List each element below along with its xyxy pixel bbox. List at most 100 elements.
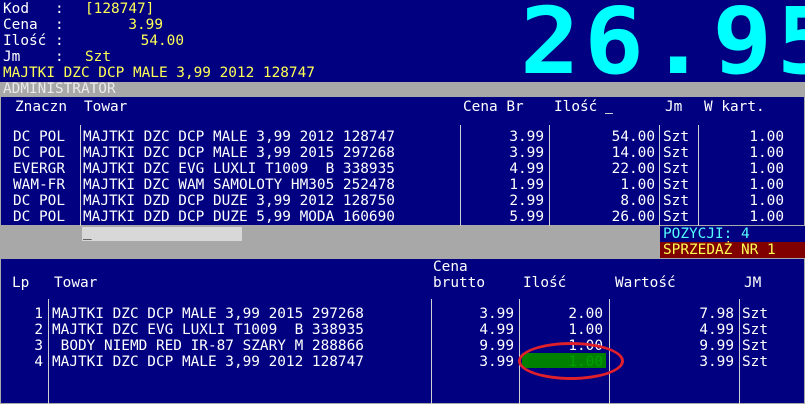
col-header-cena-br: Cena Br xyxy=(463,99,524,115)
receipt-ilosc: 1.00 xyxy=(568,322,603,338)
input-cursor: _ xyxy=(83,224,92,240)
receipt-wartosc: 9.99 xyxy=(699,338,734,354)
receipt-wartosc: 7.98 xyxy=(699,306,734,322)
row-ilosc: 54.00 xyxy=(611,129,655,145)
col-header-jm: Jm xyxy=(665,99,683,115)
receipt-lp: 1 xyxy=(34,306,43,322)
row-w-kart: 1.00 xyxy=(749,129,784,145)
receipt-jm: Szt xyxy=(742,322,768,338)
receipt-jm: Szt xyxy=(742,354,768,370)
row-jm: Szt xyxy=(663,209,689,225)
receipt-towar: BODY NIEMD RED IR-87 SZARY M 288866 xyxy=(52,338,364,354)
row-ilosc: 26.00 xyxy=(611,209,655,225)
receipt-towar: MAJTKI DZC EVG LUXLI T1009 B 338935 xyxy=(52,322,364,338)
receipt-towar: MAJTKI DZC DCP MALE 3,99 2012 128747 xyxy=(52,354,364,370)
pozycji-box: POZYCJI: 4 xyxy=(660,226,805,242)
receipt-row[interactable]: 4 MAJTKI DZC DCP MALE 3,99 2012 128747 3.9… xyxy=(0,354,805,370)
col-header-jm-receipt: JM xyxy=(744,275,762,291)
row-towar: MAJTKI DZC EVG LUXLI T1009 B 338935 xyxy=(83,161,395,177)
row-w-kart: 1.00 xyxy=(749,161,784,177)
row-towar: MAJTKI DZC WAM SAMOLOTY HM305 252478 xyxy=(83,177,395,193)
product-row[interactable]: EVERGR MAJTKI DZC EVG LUXLI T1009 B 33893… xyxy=(1,161,805,177)
row-w-kart: 1.00 xyxy=(749,193,784,209)
row-cena: 2.99 xyxy=(509,193,544,209)
row-jm: Szt xyxy=(663,129,689,145)
row-znacznik: WAM-FR xyxy=(13,177,65,193)
big-total-amount: 26.95 xyxy=(520,0,805,95)
row-towar: MAJTKI DZD DCP DUZE 3,99 2012 128750 xyxy=(83,193,395,209)
row-w-kart: 1.00 xyxy=(749,177,784,193)
sprzedaz-box: SPRZEDAŻ NR 1 xyxy=(660,242,805,258)
row-ilosc: 1.00 xyxy=(620,177,655,193)
receipt-lp: 3 xyxy=(34,338,43,354)
row-w-kart: 1.00 xyxy=(749,145,784,161)
jm-label: Jm : xyxy=(3,49,64,65)
product-row[interactable]: DC POL MAJTKI DZD DCP DUZE 5,99 MODA 1606… xyxy=(1,209,805,225)
product-list-panel[interactable]: Znaczn Towar Cena Br Ilość Jm W kart. DC… xyxy=(0,96,805,226)
row-jm: Szt xyxy=(663,161,689,177)
receipt-row[interactable]: 3 BODY NIEMD RED IR-87 SZARY M 288866 9.9… xyxy=(0,338,805,354)
col-header-towar-receipt: Towar xyxy=(54,275,98,291)
row-ilosc: 8.00 xyxy=(620,193,655,209)
row-jm: Szt xyxy=(663,177,689,193)
row-cena: 4.99 xyxy=(509,161,544,177)
row-towar: MAJTKI DZC DCP MALE 3,99 2015 297268 xyxy=(83,145,395,161)
product-row[interactable]: WAM-FR MAJTKI DZC WAM SAMOLOTY HM305 2524… xyxy=(1,177,805,193)
row-ilosc: 22.00 xyxy=(611,161,655,177)
search-input[interactable]: _ xyxy=(82,224,242,241)
col-header-cena: Cena xyxy=(433,259,468,275)
kod-value: [128747] xyxy=(85,1,155,17)
jm-value: Szt xyxy=(85,49,111,65)
product-row[interactable]: DC POL MAJTKI DZC DCP MALE 3,99 2015 2972… xyxy=(1,145,805,161)
receipt-lp: 2 xyxy=(34,322,43,338)
product-row[interactable]: DC POL MAJTKI DZC DCP MALE 3,99 2012 1287… xyxy=(1,129,805,145)
row-cena: 5.99 xyxy=(509,209,544,225)
row-w-kart: 1.00 xyxy=(749,209,784,225)
row-cena: 1.99 xyxy=(509,177,544,193)
sale-number: SPRZEDAŻ NR 1 xyxy=(663,242,776,258)
receipt-jm: Szt xyxy=(742,306,768,322)
col-header-towar: Towar xyxy=(84,99,128,115)
product-row[interactable]: DC POL MAJTKI DZD DCP DUZE 3,99 2012 1287… xyxy=(1,193,805,209)
row-jm: Szt xyxy=(663,193,689,209)
receipt-wartosc: 3.99 xyxy=(699,354,734,370)
receipt-lp: 4 xyxy=(34,354,43,370)
receipt-cena: 3.99 xyxy=(479,354,514,370)
col-header-brutto: brutto xyxy=(433,275,485,291)
col-header-lp: Lp xyxy=(12,275,30,291)
receipt-wartosc: 4.99 xyxy=(699,322,734,338)
col-header-wartosc: Wartość xyxy=(615,275,676,291)
row-towar: MAJTKI DZC DCP MALE 3,99 2012 128747 xyxy=(83,129,395,145)
receipt-jm: Szt xyxy=(742,338,768,354)
product-info-panel: Kod : [128747] Cena : 3.99 Ilość : 54.00… xyxy=(0,0,372,82)
receipt-row[interactable]: 2 MAJTKI DZC EVG LUXLI T1009 B 338935 4.99… xyxy=(0,322,805,338)
col-header-w-kart: W kart. xyxy=(704,99,765,115)
row-cena: 3.99 xyxy=(509,129,544,145)
row-cena: 3.99 xyxy=(509,145,544,161)
kod-label: Kod : xyxy=(3,1,64,17)
cena-value: 3.99 xyxy=(128,17,163,33)
row-znacznik: DC POL xyxy=(13,209,65,225)
user-name: ADMINISTRATOR xyxy=(3,81,116,97)
col-header-znaczn: Znaczn xyxy=(15,99,67,115)
receipt-cena: 3.99 xyxy=(479,306,514,322)
row-znacznik: EVERGR xyxy=(13,161,65,177)
ilosc-label: Ilość : xyxy=(3,33,64,49)
row-znacznik: DC POL xyxy=(13,129,65,145)
receipt-ilosc: 2.00 xyxy=(568,306,603,322)
receipt-cena: 4.99 xyxy=(479,322,514,338)
row-towar: MAJTKI DZD DCP DUZE 5,99 MODA 160690 xyxy=(83,209,395,225)
receipt-row[interactable]: 1 MAJTKI DZC DCP MALE 3,99 2015 297268 3.9… xyxy=(0,306,805,322)
ilosc-value: 54.00 xyxy=(140,33,184,49)
receipt-towar: MAJTKI DZC DCP MALE 3,99 2015 297268 xyxy=(52,306,364,322)
user-bar: ADMINISTRATOR xyxy=(0,81,805,97)
row-znacznik: DC POL xyxy=(13,193,65,209)
row-znacznik: DC POL xyxy=(13,145,65,161)
col-header-ilosc: Ilość xyxy=(554,99,598,115)
annotation-circle xyxy=(518,342,624,380)
row-ilosc: 14.00 xyxy=(611,145,655,161)
receipt-cena: 9.99 xyxy=(479,338,514,354)
pozycji-count: POZYCJI: 4 xyxy=(663,226,750,242)
cena-label: Cena : xyxy=(3,17,64,33)
selected-product-name: MAJTKI DZC DCP MALE 3,99 2012 128747 xyxy=(3,65,315,81)
